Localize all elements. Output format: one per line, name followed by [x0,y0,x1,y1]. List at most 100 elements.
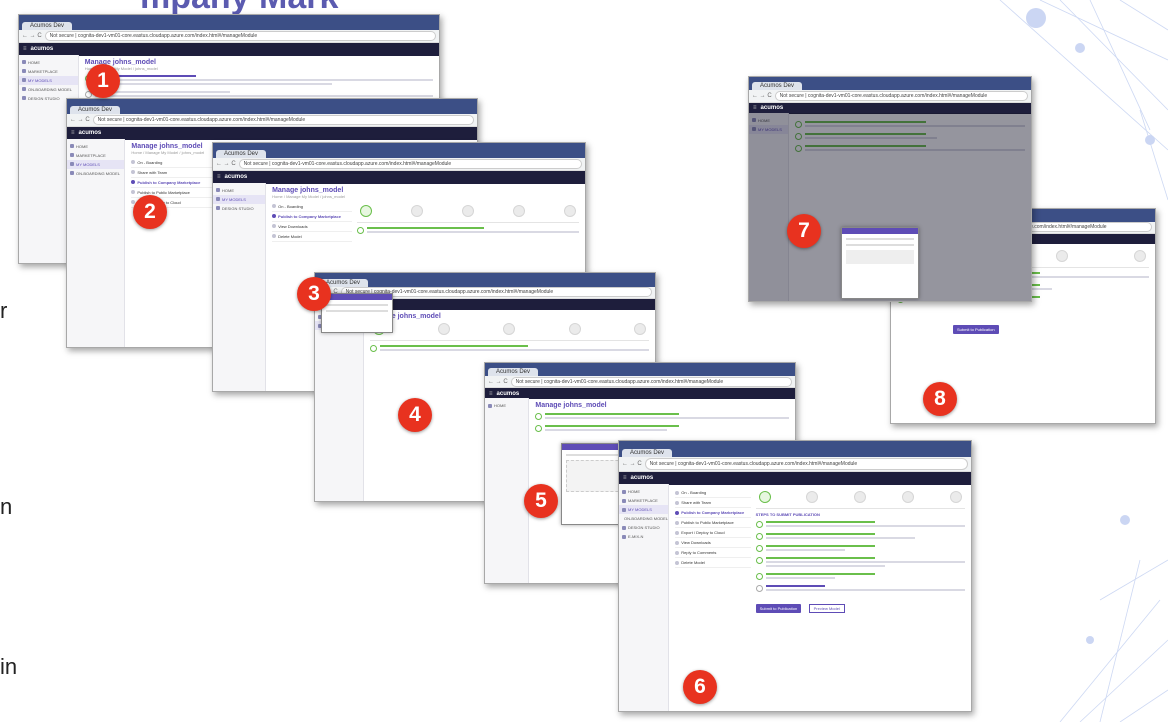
brand-logo: acumos [760,105,784,112]
sidebar: HOME MARKETPLACE MY MODELS ON-BOARDING M… [619,484,670,711]
menu-icon[interactable]: ≡ [623,475,627,481]
preview-model-button[interactable]: Preview Model [808,604,845,614]
edge-letter-2: n [0,494,13,519]
browser-tab[interactable]: Acumos Dev [622,449,673,458]
menu-icon[interactable]: ≡ [217,174,221,180]
sidebar-item-marketplace[interactable]: MARKETPLACE [619,496,668,505]
steps-heading: STEPS TO SUBMIT PUBLICATION [755,512,820,518]
check-icon [535,413,543,421]
option-onboarding[interactable]: On - Boarding [272,202,352,212]
nav-arrows-icon[interactable]: ← → C [70,117,90,123]
option-label: View Downloads [278,223,308,229]
url-field[interactable]: Not secure | cognita-dev1-vm01-core.east… [44,30,436,42]
url-field[interactable]: Not secure | cognita-dev1-vm01-core.east… [92,114,474,126]
sidebar-item-marketplace[interactable]: MARKETPLACE [67,151,124,160]
nav-arrows-icon[interactable]: ← → C [216,161,236,167]
browser-tab-strip: Acumos Dev [619,441,971,458]
option-onboarding[interactable]: On - Boarding [675,488,751,499]
edge-letter-3: in [0,654,18,679]
sidebar-item-home[interactable]: HOME [485,401,528,410]
step-badge-6: 6 [683,670,717,704]
browser-tab[interactable]: Acumos Dev [216,149,267,158]
nav-arrows-icon[interactable]: ← → C [622,461,642,467]
model-description-modal[interactable] [321,293,393,333]
home-icon [22,60,26,65]
browser-tab[interactable]: Acumos Dev [488,368,539,377]
sidebar-item-my-models[interactable]: MY MODELS [19,75,78,85]
menu-icon[interactable]: ≡ [753,105,757,111]
models-icon [216,197,220,202]
option-label: Publish to Company Marketplace [278,213,341,219]
breadcrumb: Home / Manage My Model / johns_model [84,65,158,71]
option-share[interactable]: Share with Team [131,168,220,178]
option-label: Share with Team [681,500,711,506]
edge-letter-1: r [0,298,8,323]
sidebar-item-my-models[interactable]: MY MODELS [67,159,125,169]
sidebar-label: E-MIX-N [628,534,644,540]
option-delete[interactable]: Delete Model [272,232,352,242]
upload-image-modal[interactable] [841,227,919,299]
browser-tab[interactable]: Acumos Dev [70,105,121,114]
option-view-downloads[interactable]: View Downloads [675,538,751,549]
sidebar-item-home[interactable]: HOME [619,487,668,496]
option-publish-company[interactable]: Publish to Company Marketplace [131,178,220,188]
submit-publication-button[interactable]: Submit to Publication [953,325,999,335]
sidebar-item-home[interactable]: HOME [19,58,78,67]
submit-publication-button[interactable]: Submit to Publication [755,604,802,614]
sidebar-item-onboarding[interactable]: ON-BOARDING MODEL [619,514,668,523]
option-publish-company[interactable]: Publish to Company Marketplace [675,508,751,519]
option-publish-company[interactable]: Publish to Company Marketplace [272,212,352,222]
sidebar-item-onboarding[interactable]: ON-BOARDING MODEL [67,169,124,178]
option-view-downloads[interactable]: View Downloads [272,222,352,232]
sidebar-item-my-models[interactable]: MY MODELS [213,194,266,204]
url-field[interactable]: Not secure | cognita-dev1-vm01-core.east… [774,91,1028,101]
sidebar-label: HOME [76,143,88,149]
url-field[interactable]: Not secure | cognita-dev1-vm01-core.east… [238,158,582,170]
check-icon [755,521,763,529]
browser-tab[interactable]: Acumos Dev [22,21,73,30]
status-dot [272,214,277,219]
models-icon [622,507,626,512]
sidebar-item-my-models[interactable]: MY MODELS [619,505,669,515]
option-onboarding[interactable]: On - Boarding [131,158,220,168]
nav-arrows-icon[interactable]: ← → C [488,379,508,385]
sidebar-item-marketplace[interactable]: MARKETPLACE [19,67,78,76]
check-icon [535,425,543,433]
sidebar-label: MARKETPLACE [628,498,658,504]
sidebar-item-emix[interactable]: E-MIX-N [619,532,668,541]
sidebar: HOME MARKETPLACE MY MODELS ON-BOARDING M… [67,138,126,347]
browser-tab[interactable]: Acumos Dev [752,82,803,91]
option-delete[interactable]: Delete Model [675,558,751,569]
browser-tab-strip: Acumos Dev [315,273,655,287]
sidebar-label: ON-BOARDING MODEL [76,170,121,176]
option-export[interactable]: Export / Deploy to Cloud [675,528,751,539]
management-options: On - Boarding Publish to Company Marketp… [272,202,352,242]
menu-icon[interactable]: ≡ [489,391,493,397]
sidebar-item-onboarding[interactable]: ON-BOARDING MODEL [19,85,78,94]
url-field[interactable]: Not secure | cognita-dev1-vm01-core.east… [510,376,792,387]
sidebar-label: DESIGN STUDIO [628,525,660,531]
screenshot-step-7: Acumos Dev ← → C Not secure | cognita-dev… [748,76,1032,302]
store-icon [70,153,74,158]
store-icon [22,69,26,74]
option-publish-public[interactable]: Publish to Public Marketplace [675,518,751,529]
menu-icon[interactable]: ≡ [71,130,75,136]
status-dot [272,224,277,229]
url-field[interactable]: Not secure | cognita-dev1-vm01-core.east… [644,458,968,470]
nav-arrows-icon[interactable]: ← → C [22,33,42,39]
main-panel: On - Boarding Share with Team Publish to… [669,484,971,711]
sidebar-item-design-studio[interactable]: DESIGN STUDIO [619,523,668,532]
sidebar-item-home[interactable]: HOME [213,186,265,195]
sidebar-label: DESIGN STUDIO [28,95,60,101]
sidebar-label: MARKETPLACE [76,152,106,158]
option-share[interactable]: Share with Team [675,498,751,509]
sidebar-item-design-studio[interactable]: DESIGN STUDIO [213,204,265,213]
browser-tab-strip: Acumos Dev [749,77,1031,91]
menu-icon[interactable]: ≡ [23,46,27,52]
option-reply-comments[interactable]: Reply to Comments [675,548,751,559]
check-icon [755,557,763,565]
sidebar-item-home[interactable]: HOME [67,142,124,151]
browser-address-bar: ← → CNot secure | cognita-dev1-vm01-core… [749,90,1031,103]
nav-arrows-icon[interactable]: ← → C [752,93,772,99]
home-icon [622,489,626,494]
